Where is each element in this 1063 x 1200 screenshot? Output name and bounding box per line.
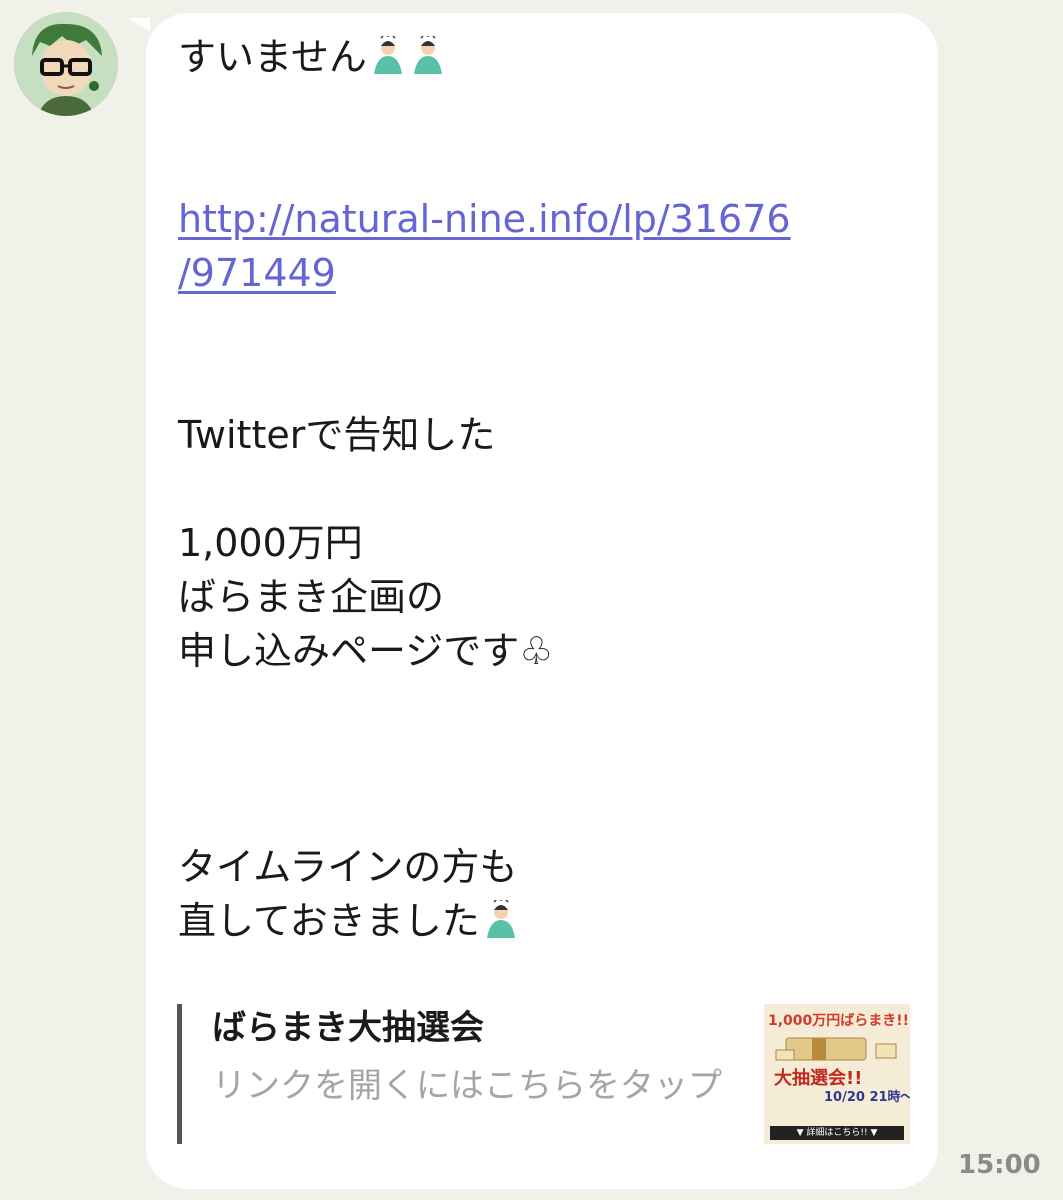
message-line: Twitterで告知した [178, 413, 496, 457]
link-preview-thumbnail[interactable]: 1,000万円ばらまき!! 大抽選会!! 10/20 21時〜 ▼ 詳細はこちら… [764, 1004, 910, 1144]
person-bowing-icon [409, 35, 447, 90]
person-bowing-icon [369, 35, 407, 90]
message-link-line: http://natural-nine.info/lp/31676 [178, 192, 878, 246]
thumbnail-footer: ▼ 詳細はこちら!! ▼ [770, 1126, 904, 1140]
link-preview-title: ばらまき大抽選会 [212, 1008, 484, 1048]
message-link-continued[interactable]: /971449 [178, 251, 336, 295]
user-avatar-icon [14, 12, 118, 116]
message-timestamp: 15:00 [958, 1150, 1041, 1180]
avatar[interactable] [14, 12, 118, 116]
message-line: ばらまき企画の [178, 575, 445, 619]
bubble-tail [128, 18, 150, 32]
club-symbol: ♧ [519, 629, 554, 673]
link-preview-subtitle: リンクを開くにはこちらをタップ [212, 1066, 722, 1106]
thumbnail-headline: 1,000万円ばらまき!! [768, 1013, 910, 1029]
message-link-line: /971449 [178, 246, 878, 300]
message-text: すいません http://natural-nine.info/lp/31676 … [178, 30, 878, 948]
message-line: 申し込みページです♧ [178, 629, 554, 673]
person-bowing-icon [482, 899, 520, 954]
money-stack-icon [775, 1037, 897, 1061]
message-line: タイムラインの方も [178, 845, 518, 889]
message-link[interactable]: http://natural-nine.info/lp/31676 [178, 197, 791, 241]
message-line: 1,000万円 [178, 521, 363, 565]
message-line: すいません [178, 30, 878, 84]
message-line: 直しておきました [178, 894, 878, 948]
thumbnail-date: 10/20 21時〜 [824, 1090, 910, 1105]
